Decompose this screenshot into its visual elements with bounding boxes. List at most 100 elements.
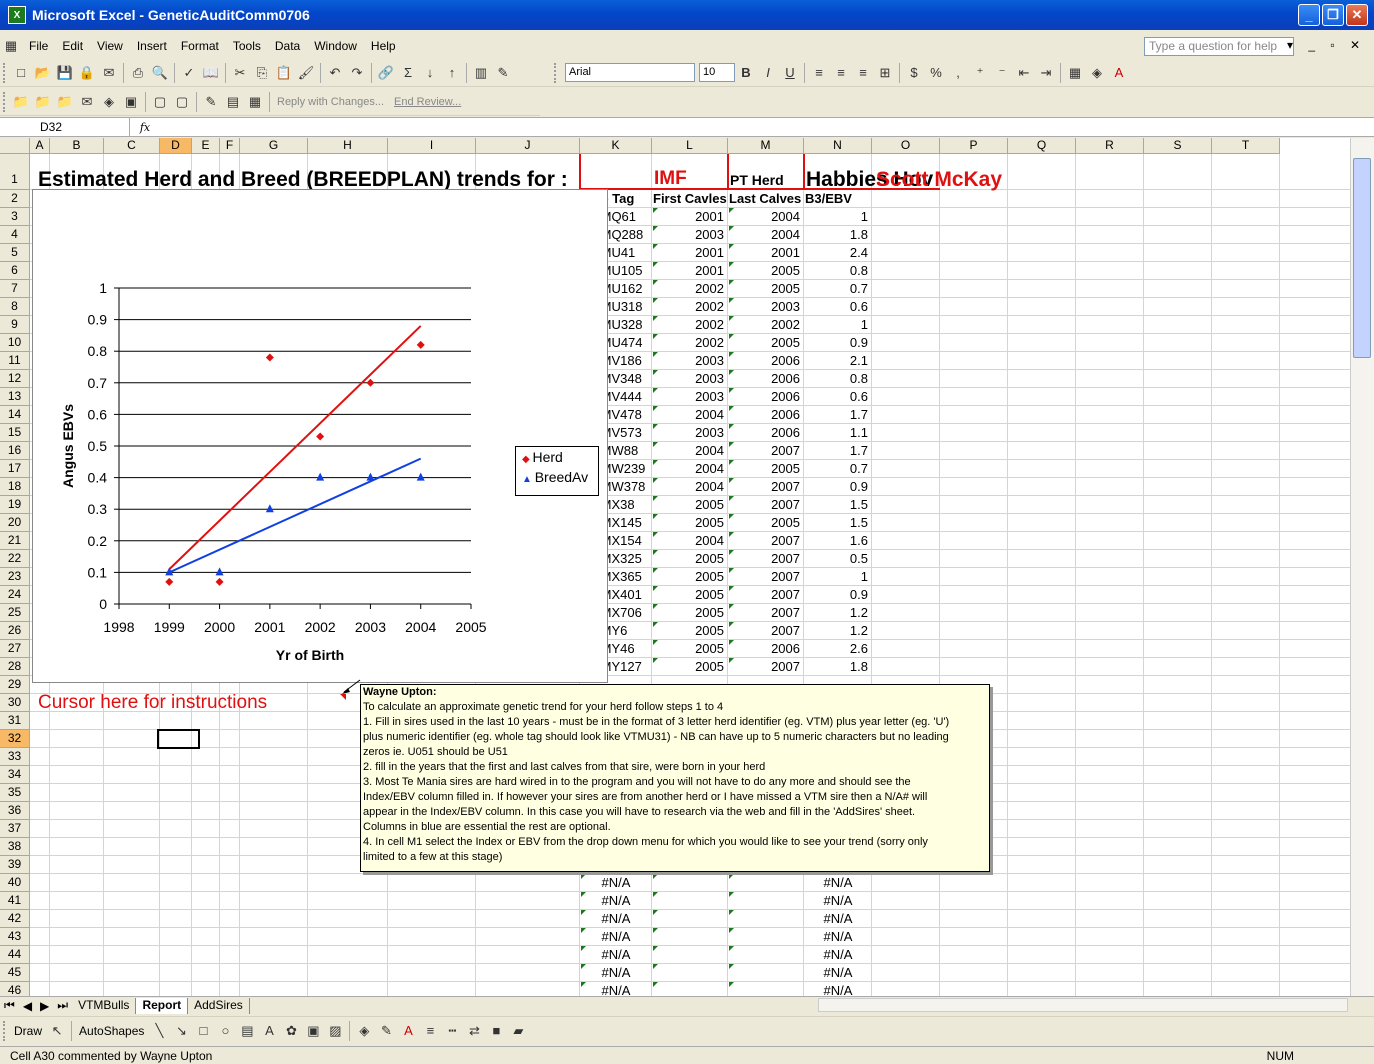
- autoshapes-menu-button[interactable]: AutoShapes: [75, 1024, 148, 1038]
- decrease-decimal-icon[interactable]: ⁻: [993, 64, 1011, 82]
- line-icon[interactable]: ╲: [150, 1022, 168, 1040]
- row-header-9[interactable]: 9: [0, 316, 30, 334]
- last-calves-cell[interactable]: 2007: [728, 443, 800, 458]
- row-header-21[interactable]: 21: [0, 532, 30, 550]
- sire-tag-cell[interactable]: #N/A: [580, 929, 652, 944]
- last-calves-cell[interactable]: 2001: [728, 245, 800, 260]
- toolbar-grip[interactable]: [3, 62, 7, 83]
- row-header-1[interactable]: 1: [0, 154, 30, 190]
- row-header-43[interactable]: 43: [0, 928, 30, 946]
- shadow-icon[interactable]: ■: [487, 1022, 505, 1040]
- row-header-40[interactable]: 40: [0, 874, 30, 892]
- review-icon-1[interactable]: 📁: [12, 93, 30, 111]
- last-calves-cell[interactable]: 2005: [728, 281, 800, 296]
- column-header-k[interactable]: K: [580, 138, 652, 154]
- last-calves-cell[interactable]: 2006: [728, 353, 800, 368]
- row-header-23[interactable]: 23: [0, 568, 30, 586]
- trait-select[interactable]: IMF: [654, 168, 724, 190]
- increase-indent-icon[interactable]: ⇥: [1037, 64, 1055, 82]
- first-calves-cell[interactable]: 2002: [652, 281, 724, 296]
- first-calves-cell[interactable]: 2005: [652, 587, 724, 602]
- row-header-27[interactable]: 27: [0, 640, 30, 658]
- row-header-37[interactable]: 37: [0, 820, 30, 838]
- row-header-4[interactable]: 4: [0, 226, 30, 244]
- last-calves-cell[interactable]: 2004: [728, 209, 800, 224]
- underline-icon[interactable]: U: [781, 64, 799, 82]
- column-header-g[interactable]: G: [240, 138, 308, 154]
- row-header-3[interactable]: 3: [0, 208, 30, 226]
- bold-icon[interactable]: B: [737, 64, 755, 82]
- column-header-e[interactable]: E: [192, 138, 220, 154]
- review-icon-6[interactable]: ▣: [122, 93, 140, 111]
- first-calves-cell[interactable]: 2002: [652, 317, 724, 332]
- column-header-c[interactable]: C: [104, 138, 160, 154]
- drawing-icon[interactable]: ✎: [494, 64, 512, 82]
- toolbar-grip-4[interactable]: [3, 1020, 7, 1041]
- line-color-icon[interactable]: ✎: [377, 1022, 395, 1040]
- review-icon-5[interactable]: ◈: [100, 93, 118, 111]
- column-header-i[interactable]: I: [388, 138, 476, 154]
- column-header-d[interactable]: D: [160, 138, 192, 154]
- first-calves-cell[interactable]: 2002: [652, 299, 724, 314]
- row-header-28[interactable]: 28: [0, 658, 30, 676]
- hyperlink-icon[interactable]: 🔗: [377, 64, 395, 82]
- close-button[interactable]: ✕: [1346, 4, 1368, 26]
- column-header-o[interactable]: O: [872, 138, 940, 154]
- row-header-22[interactable]: 22: [0, 550, 30, 568]
- row-header-11[interactable]: 11: [0, 352, 30, 370]
- vertical-scroll-thumb[interactable]: [1353, 158, 1371, 358]
- review-icon-2[interactable]: 📁: [34, 93, 52, 111]
- minimize-button[interactable]: _: [1298, 4, 1320, 26]
- first-calves-cell[interactable]: 2004: [652, 407, 724, 422]
- first-calves-cell[interactable]: 2005: [652, 551, 724, 566]
- row-header-12[interactable]: 12: [0, 370, 30, 388]
- row-header-36[interactable]: 36: [0, 802, 30, 820]
- first-calves-cell[interactable]: 2003: [652, 371, 724, 386]
- percent-icon[interactable]: %: [927, 64, 945, 82]
- last-calves-cell[interactable]: 2006: [728, 407, 800, 422]
- align-right-icon[interactable]: ≡: [854, 64, 872, 82]
- column-header-l[interactable]: L: [652, 138, 728, 154]
- column-header-j[interactable]: J: [476, 138, 580, 154]
- row-header-38[interactable]: 38: [0, 838, 30, 856]
- tab-nav-last-icon[interactable]: ⏭: [53, 998, 72, 1013]
- sire-tag-cell[interactable]: #N/A: [580, 947, 652, 962]
- row-header-31[interactable]: 31: [0, 712, 30, 730]
- first-calves-cell[interactable]: 2001: [652, 245, 724, 260]
- first-calves-cell[interactable]: 2003: [652, 353, 724, 368]
- toolbar-grip-2[interactable]: [554, 62, 558, 83]
- select-objects-icon[interactable]: ↖: [48, 1022, 66, 1040]
- first-calves-cell[interactable]: 2005: [652, 623, 724, 638]
- format-painter-icon[interactable]: 🖌: [297, 64, 315, 82]
- research-icon[interactable]: 📖: [202, 64, 220, 82]
- picture-icon[interactable]: ▨: [326, 1022, 344, 1040]
- row-header-32[interactable]: 32: [0, 730, 30, 748]
- row-header-20[interactable]: 20: [0, 514, 30, 532]
- last-calves-cell[interactable]: 2003: [728, 299, 800, 314]
- permission-icon[interactable]: 🔒: [78, 64, 96, 82]
- column-header-s[interactable]: S: [1144, 138, 1212, 154]
- column-header-r[interactable]: R: [1076, 138, 1144, 154]
- redo-icon[interactable]: ↷: [348, 64, 366, 82]
- select-all-corner[interactable]: [0, 138, 30, 154]
- reply-with-changes-button[interactable]: Reply with Changes...: [277, 96, 384, 108]
- first-calves-cell[interactable]: 2002: [652, 335, 724, 350]
- end-review-button[interactable]: End Review...: [394, 96, 461, 108]
- worksheet-grid[interactable]: A B C D E F G H I J K L M N O P Q R S T 1 2 3 4 5 6 7 8 9 10 11 12 13 14 1…: [0, 138, 1350, 996]
- 3d-icon[interactable]: ▰: [509, 1022, 527, 1040]
- currency-icon[interactable]: $: [905, 64, 923, 82]
- sire-tag-cell[interactable]: #N/A: [580, 911, 652, 926]
- last-calves-cell[interactable]: 2004: [728, 227, 800, 242]
- last-calves-cell[interactable]: 2006: [728, 641, 800, 656]
- toolbar-grip-3[interactable]: [3, 91, 7, 112]
- row-header-19[interactable]: 19: [0, 496, 30, 514]
- menu-data[interactable]: Data: [268, 39, 307, 53]
- last-calves-cell[interactable]: 2005: [728, 263, 800, 278]
- menu-tools[interactable]: Tools: [226, 39, 268, 53]
- diagram-icon[interactable]: ✿: [282, 1022, 300, 1040]
- align-center-icon[interactable]: ≡: [832, 64, 850, 82]
- insert-function-icon[interactable]: fx: [130, 121, 160, 134]
- sire-tag-cell[interactable]: #N/A: [580, 965, 652, 980]
- horizontal-scrollbar[interactable]: [818, 998, 1348, 1012]
- chart-legend[interactable]: ◆ Herd ▲ BreedAv: [515, 446, 599, 496]
